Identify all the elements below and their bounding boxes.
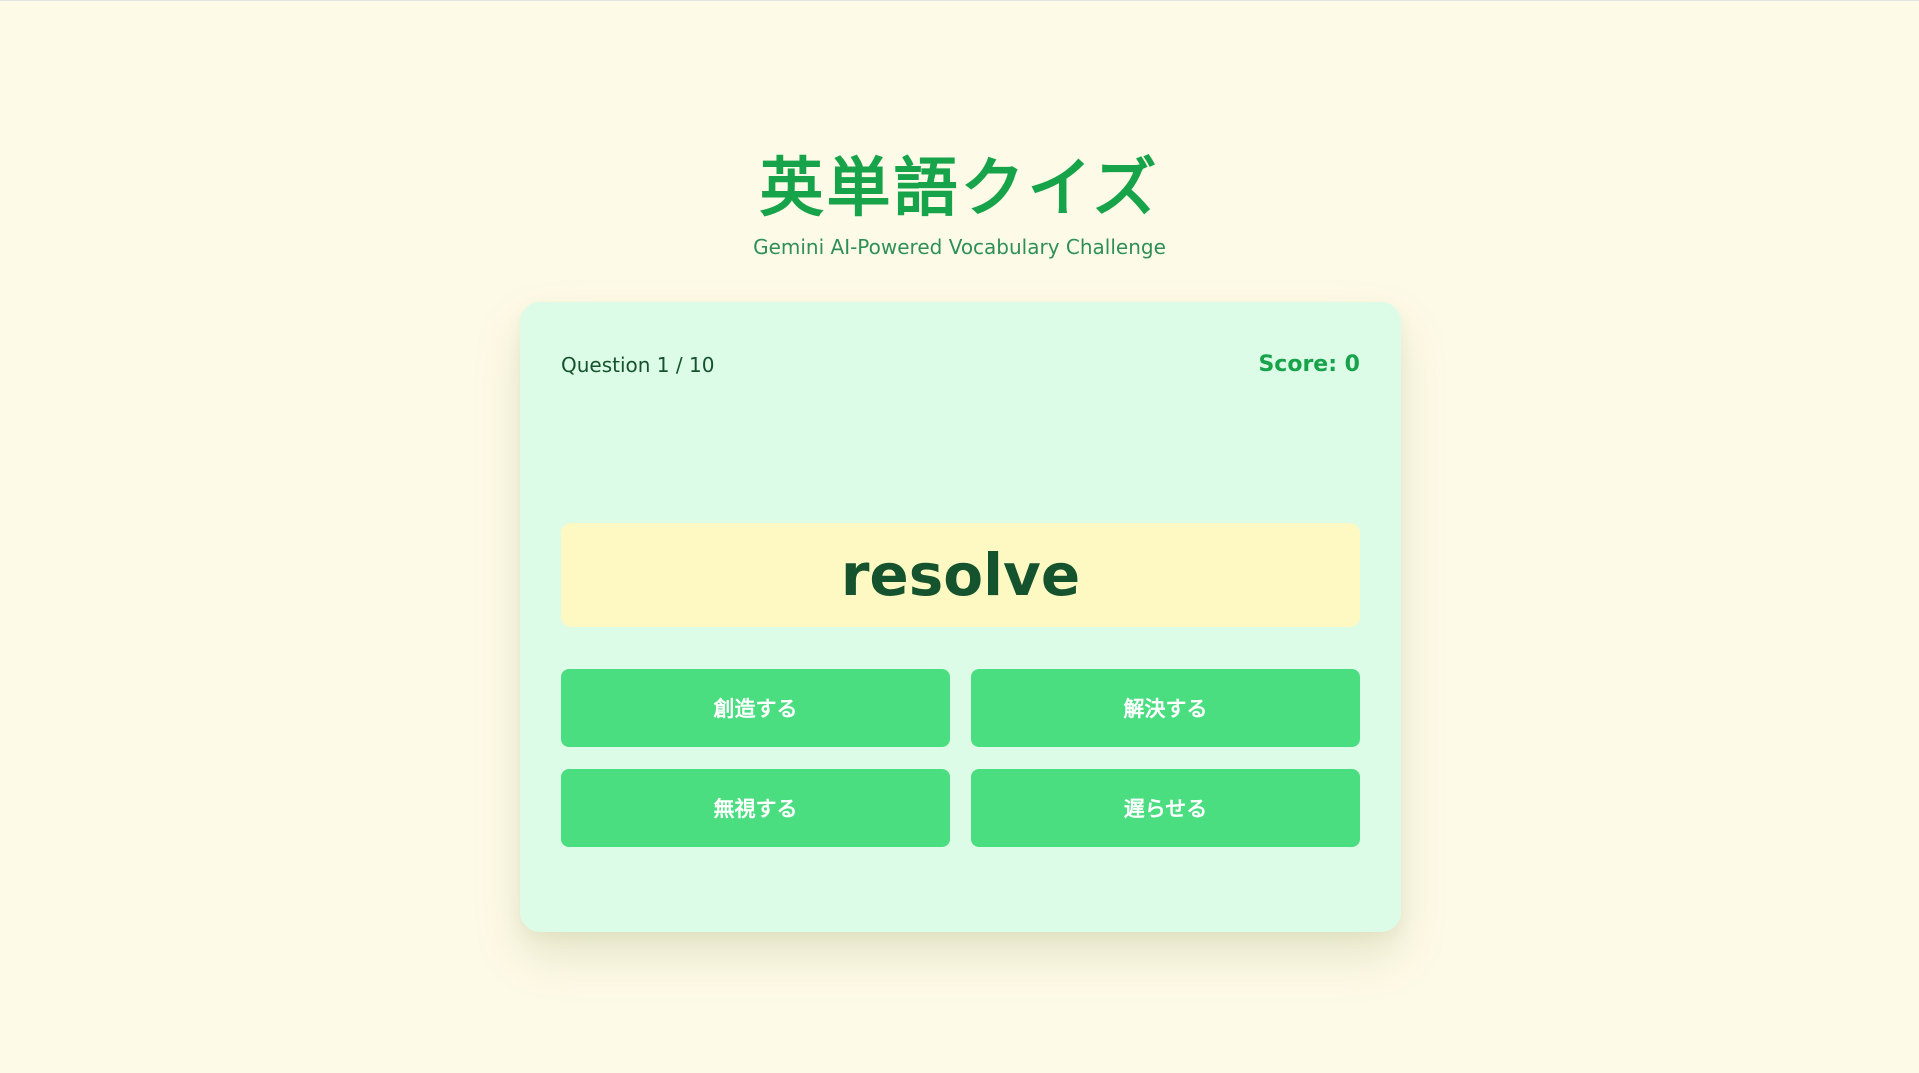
page-title: 英単語クイズ [759,152,1160,226]
question-progress: Question 1 / 10 [561,353,715,377]
top-border [0,0,1919,1]
quiz-status-bar: Question 1 / 10 Score: 0 [561,350,1360,380]
answer-option-4[interactable]: 遅らせる [971,769,1360,847]
page-subtitle: Gemini AI-Powered Vocabulary Challenge [753,235,1166,259]
answer-option-1[interactable]: 創造する [561,669,950,747]
quiz-card: Question 1 / 10 Score: 0 resolve 創造する 解決… [520,302,1401,932]
page-header: 英単語クイズ Gemini AI-Powered Vocabulary Chal… [0,148,1919,262]
quiz-word: resolve [561,523,1360,627]
answer-option-2[interactable]: 解決する [971,669,1360,747]
answer-option-3[interactable]: 無視する [561,769,950,847]
score-display: Score: 0 [1258,352,1360,377]
